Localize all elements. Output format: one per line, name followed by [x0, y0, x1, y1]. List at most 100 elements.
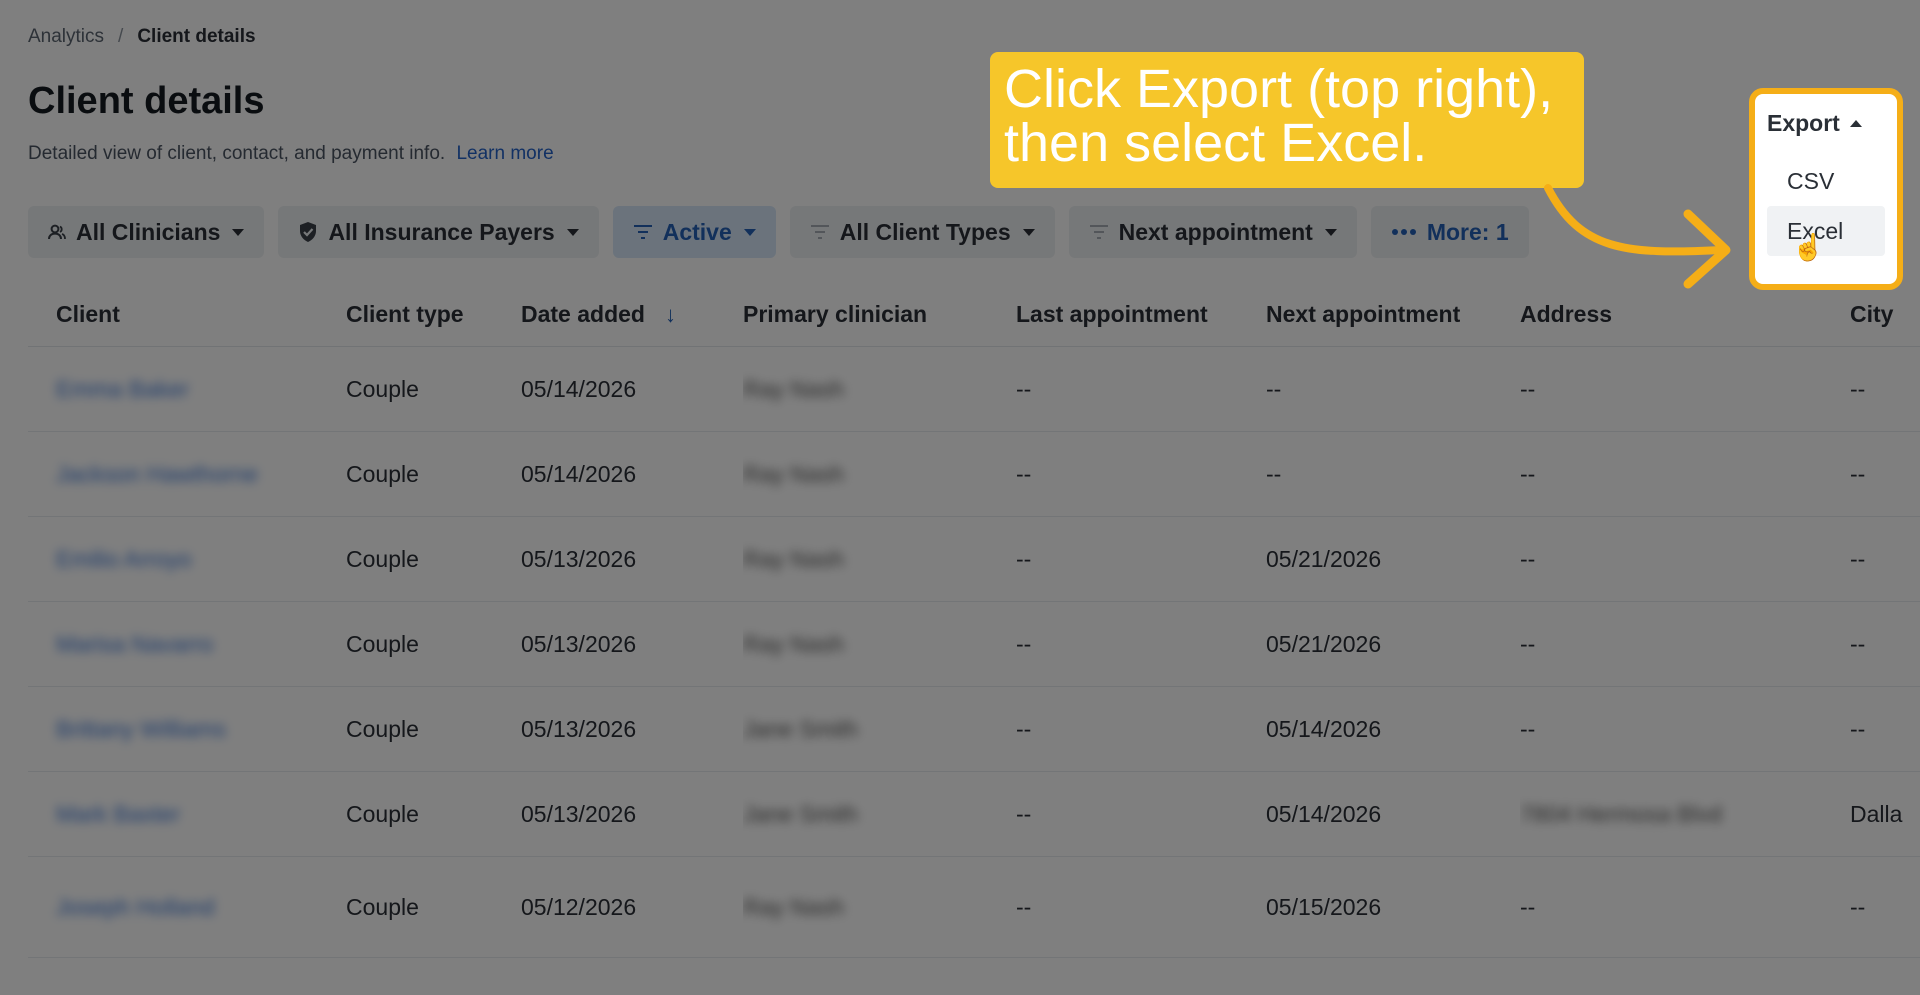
- column-header-city[interactable]: City: [1850, 282, 1920, 347]
- client-name-link[interactable]: Mark Baxter: [56, 801, 180, 827]
- filter-bar: All Clinicians All Insurance Payers Acti…: [28, 206, 1529, 258]
- more-dots-icon: [1391, 228, 1417, 236]
- chevron-down-icon: [743, 228, 756, 236]
- clinician-cell: Ray Nash: [743, 630, 844, 657]
- column-header-next-appointment[interactable]: Next appointment: [1266, 282, 1520, 347]
- client-name-link[interactable]: Emma Baker: [56, 376, 189, 402]
- filter-more-label: More: 1: [1426, 218, 1509, 245]
- city-cell: --: [1850, 431, 1920, 517]
- address-cell: --: [1520, 516, 1850, 602]
- city-cell: --: [1850, 516, 1920, 602]
- instruction-callout: Click Export (top right), then select Ex…: [990, 52, 1584, 188]
- table-row: Joseph Holland Couple 05/12/2026 Ray Nas…: [28, 856, 1920, 958]
- client-type-cell: Couple: [346, 771, 521, 857]
- client-name-link[interactable]: Brittany Williams: [56, 716, 226, 742]
- next-appointment-cell: 05/21/2026: [1266, 516, 1520, 602]
- table-row: Brittany Williams Couple 05/13/2026 Jane…: [28, 686, 1920, 772]
- last-appointment-cell: --: [1016, 516, 1266, 602]
- next-appointment-cell: --: [1266, 346, 1520, 432]
- column-header-primary-clinician[interactable]: Primary clinician: [743, 282, 1016, 347]
- clinician-cell: Ray Nash: [743, 460, 844, 487]
- address-cell: --: [1520, 856, 1850, 958]
- export-button-label: Export: [1767, 110, 1840, 136]
- client-name-link[interactable]: Jackson Hawthorne: [56, 461, 258, 487]
- date-added-cell: 05/13/2026: [521, 686, 743, 772]
- date-added-label: Date added: [521, 300, 645, 327]
- chevron-down-icon: [1324, 228, 1337, 236]
- city-cell: --: [1850, 346, 1920, 432]
- address-cell: 7804 Hermosa Blvd: [1520, 800, 1722, 827]
- breadcrumb-analytics-link[interactable]: Analytics: [28, 26, 104, 47]
- breadcrumb-separator: /: [118, 26, 124, 47]
- filter-insurance-label: All Insurance Payers: [328, 218, 555, 245]
- clinician-cell: Ray Nash: [743, 545, 844, 572]
- table-row: Emilio Arroyo Couple 05/13/2026 Ray Nash…: [28, 516, 1920, 602]
- chevron-down-icon: [566, 228, 579, 236]
- chevron-down-icon: [232, 228, 245, 236]
- filter-icon: [810, 224, 830, 240]
- address-cell: --: [1520, 601, 1850, 687]
- filter-clinicians-label: All Clinicians: [76, 218, 221, 245]
- clinician-icon: [48, 223, 66, 241]
- export-menu: CSV Excel: [1767, 156, 1885, 256]
- filter-status-label: Active: [662, 218, 732, 245]
- filter-next-appointment[interactable]: Next appointment: [1068, 206, 1357, 258]
- filter-status-active[interactable]: Active: [612, 206, 776, 258]
- client-type-cell: Couple: [346, 516, 521, 602]
- last-appointment-cell: --: [1016, 346, 1266, 432]
- date-added-cell: 05/13/2026: [521, 516, 743, 602]
- filter-insurance-payers[interactable]: All Insurance Payers: [278, 206, 599, 258]
- client-name-link[interactable]: Marisa Navarro: [56, 631, 213, 657]
- city-cell: --: [1850, 601, 1920, 687]
- page-title: Client details: [28, 80, 265, 122]
- client-name-link[interactable]: Emilio Arroyo: [56, 546, 191, 572]
- city-cell: --: [1850, 856, 1920, 958]
- table-row: Marisa Navarro Couple 05/13/2026 Ray Nas…: [28, 601, 1920, 687]
- export-highlight: Export CSV Excel: [1749, 88, 1903, 290]
- export-excel-option[interactable]: Excel: [1767, 206, 1885, 256]
- column-header-client[interactable]: Client: [28, 282, 346, 347]
- export-csv-option[interactable]: CSV: [1767, 156, 1885, 206]
- client-name-link[interactable]: Joseph Holland: [56, 894, 215, 920]
- filter-next-appointment-label: Next appointment: [1118, 218, 1313, 245]
- table-row: Mark Baxter Couple 05/13/2026 Jane Smith…: [28, 771, 1920, 857]
- chevron-down-icon: [1022, 228, 1035, 236]
- column-header-client-type[interactable]: Client type: [346, 282, 521, 347]
- city-cell: --: [1850, 686, 1920, 772]
- client-type-cell: Couple: [346, 346, 521, 432]
- column-header-date-added[interactable]: Date added ↓: [521, 282, 743, 347]
- export-button[interactable]: Export: [1767, 110, 1862, 137]
- clinician-cell: Jane Smith: [743, 800, 859, 827]
- clinician-cell: Ray Nash: [743, 375, 844, 402]
- filter-client-types[interactable]: All Client Types: [789, 206, 1055, 258]
- next-appointment-cell: 05/15/2026: [1266, 856, 1520, 958]
- shield-icon: [298, 221, 318, 243]
- last-appointment-cell: --: [1016, 771, 1266, 857]
- column-header-address[interactable]: Address: [1520, 282, 1850, 347]
- subtitle-text: Detailed view of client, contact, and pa…: [28, 143, 446, 164]
- date-added-cell: 05/13/2026: [521, 601, 743, 687]
- sort-descending-icon: ↓: [664, 301, 676, 327]
- filter-more[interactable]: More: 1: [1370, 206, 1529, 258]
- next-appointment-cell: 05/14/2026: [1266, 686, 1520, 772]
- table-row: Jackson Hawthorne Couple 05/14/2026 Ray …: [28, 431, 1920, 517]
- last-appointment-cell: --: [1016, 601, 1266, 687]
- chevron-up-icon: [1849, 120, 1862, 127]
- client-type-cell: Couple: [346, 856, 521, 958]
- page-subtitle: Detailed view of client, contact, and pa…: [28, 143, 554, 165]
- table-header-row: Client Client type Date added ↓ Primary c…: [28, 282, 1920, 347]
- client-type-cell: Couple: [346, 601, 521, 687]
- callout-line-2: then select Excel.: [1004, 113, 1428, 173]
- last-appointment-cell: --: [1016, 431, 1266, 517]
- clients-table: Client Client type Date added ↓ Primary c…: [28, 282, 1920, 995]
- column-header-last-appointment[interactable]: Last appointment: [1016, 282, 1266, 347]
- filter-clinicians[interactable]: All Clinicians: [28, 206, 265, 258]
- hand-pointer-icon: ☝: [1792, 232, 1825, 262]
- client-type-cell: Couple: [346, 431, 521, 517]
- next-appointment-cell: --: [1266, 431, 1520, 517]
- learn-more-link[interactable]: Learn more: [456, 143, 553, 164]
- filter-icon: [633, 224, 653, 240]
- date-added-cell: 05/12/2026: [521, 856, 743, 958]
- date-added-cell: 05/13/2026: [521, 771, 743, 857]
- clinician-cell: Ray Nash: [743, 893, 844, 920]
